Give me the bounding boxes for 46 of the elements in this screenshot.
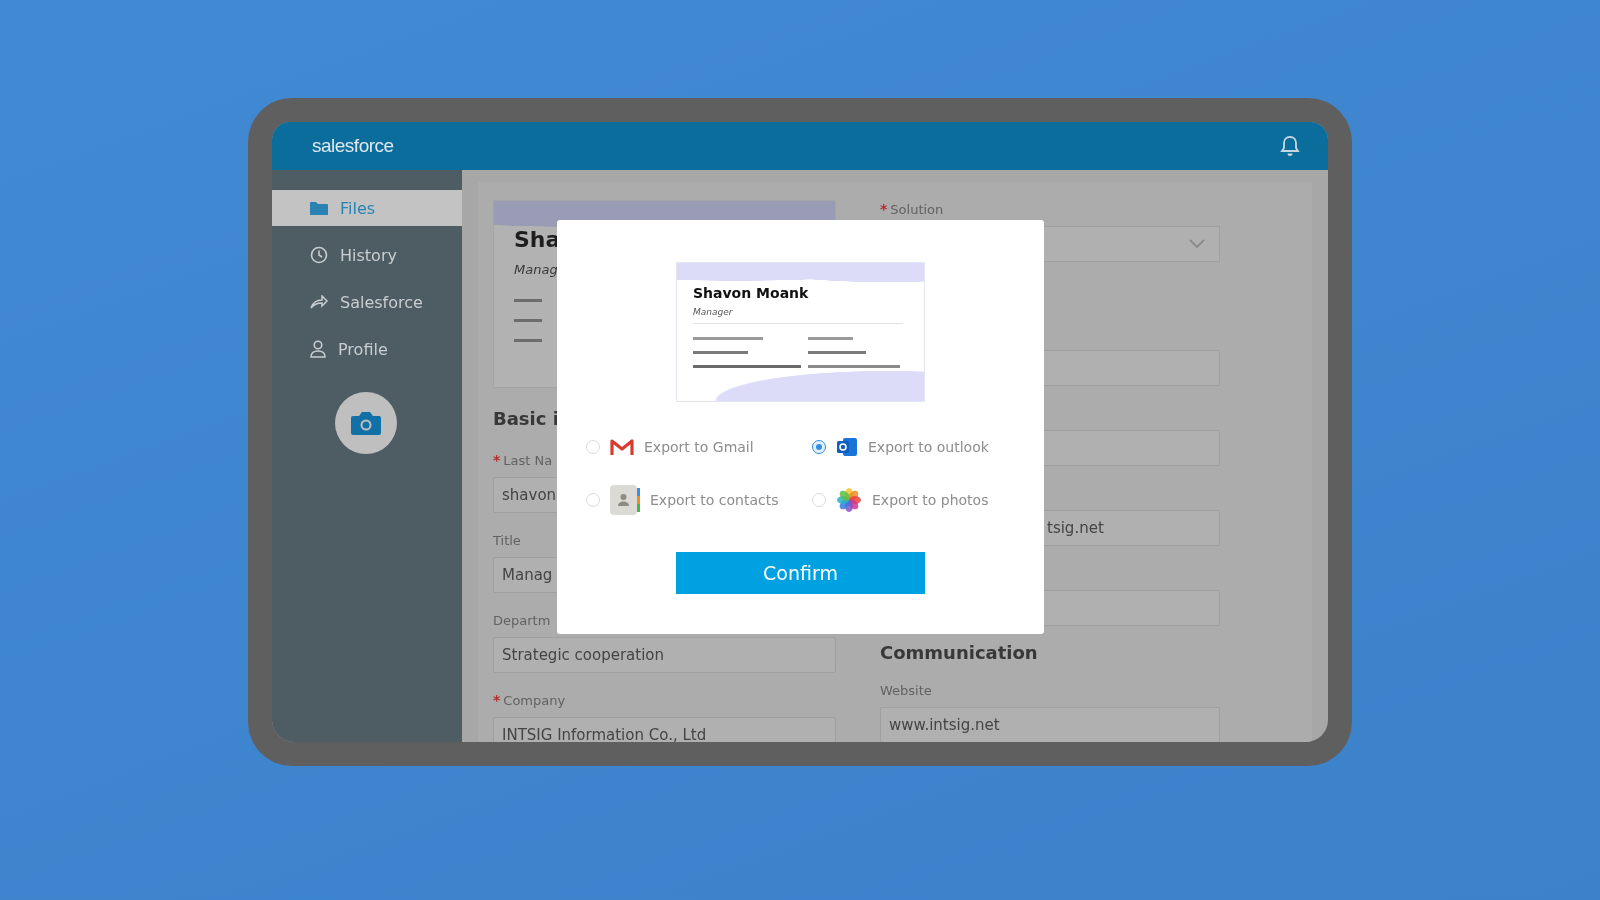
export-option[interactable]: Export to outlook	[812, 433, 1038, 461]
chevron-down-icon	[1189, 239, 1205, 249]
input-field[interactable]: INTSIG Information Co., Ltd	[493, 717, 836, 742]
folder-icon	[310, 200, 328, 216]
bell-icon[interactable]	[1280, 135, 1300, 157]
sidebar-label: Files	[340, 198, 376, 218]
clock-icon	[310, 246, 328, 264]
sidebar-label: Profile	[338, 339, 388, 359]
section-heading: Basic i	[493, 408, 560, 429]
logo: salesforce	[312, 135, 394, 157]
required-mark: *	[493, 452, 501, 468]
field-label: Solution	[890, 201, 944, 217]
sidebar-item[interactable]: Profile	[272, 331, 462, 367]
field-label: Title	[493, 532, 521, 548]
export-option[interactable]: Export to Gmail	[586, 433, 812, 461]
option-label: Export to contacts	[650, 492, 779, 508]
section-heading: Communication	[880, 642, 1039, 663]
calendar-mail-icon	[836, 437, 858, 457]
input-field[interactable]: www.intsig.net	[880, 707, 1220, 742]
card-title: Manager	[693, 307, 734, 317]
radio-button[interactable]	[812, 440, 826, 454]
option-label: Export to photos	[872, 492, 989, 508]
field-label: Company	[503, 692, 566, 708]
mail-icon	[610, 438, 634, 456]
field-label: Last Na	[503, 452, 553, 468]
sidebar-item[interactable]: History	[272, 237, 462, 273]
required-mark: *	[880, 201, 888, 217]
input-field[interactable]: Strategic cooperation	[493, 637, 836, 673]
confirm-button[interactable]: Confirm	[676, 552, 925, 594]
sidebar-label: History	[340, 245, 397, 265]
camera-icon	[350, 410, 382, 436]
option-label: Export to outlook	[868, 439, 989, 455]
field-label: Departm	[493, 612, 551, 628]
flower-icon	[836, 487, 862, 513]
contacts-icon	[610, 485, 640, 515]
sidebar-item[interactable]: Files	[272, 190, 462, 226]
sidebar-item[interactable]: Salesforce	[272, 284, 462, 320]
sidebar-label: Salesforce	[340, 292, 423, 312]
export-option[interactable]: Export to contacts	[586, 486, 812, 514]
option-label: Export to Gmail	[644, 439, 754, 455]
share-icon	[310, 295, 328, 309]
person-icon	[310, 340, 326, 358]
required-mark: *	[493, 692, 501, 708]
card-name: Shavon Moank	[693, 285, 810, 301]
field-label: Website	[880, 682, 932, 698]
card-title: Manag	[514, 262, 559, 277]
